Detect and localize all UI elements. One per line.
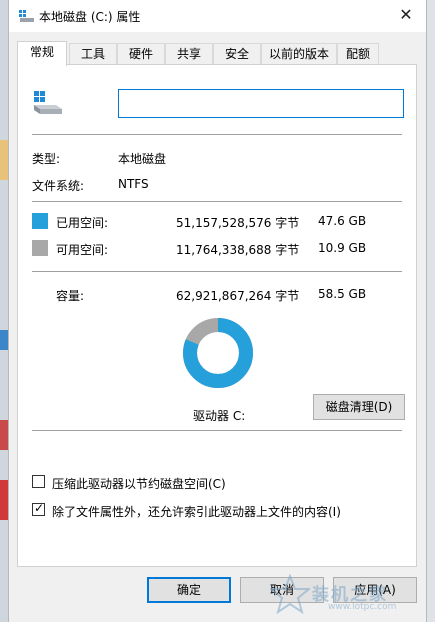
tab-quota[interactable]: 配额 <box>337 43 379 65</box>
ok-button[interactable]: 确定 <box>147 577 231 603</box>
used-space-size: 47.6 GB <box>318 214 367 228</box>
used-space-label: 已用空间: <box>56 216 109 230</box>
separator <box>32 430 402 431</box>
watermark-star-icon <box>270 574 310 614</box>
index-checkbox-label[interactable]: 除了文件属性外，还允许索引此驱动器上文件的内容(I) <box>52 503 341 520</box>
properties-dialog: 本地磁盘 (C:) 属性 ✕ 常规 工具 硬件 共享 安全 以前的版本 配额 类… <box>8 0 427 622</box>
free-space-swatch <box>32 240 48 256</box>
capacity-label: 容量: <box>56 289 85 303</box>
hard-drive-icon <box>32 90 64 119</box>
background-window-strip-right <box>427 0 435 622</box>
tab-sharing[interactable]: 共享 <box>165 43 213 65</box>
general-tab-panel: 类型: 本地磁盘 文件系统: NTFS 已用空间: 51,157,528,576… <box>17 64 417 567</box>
watermark-url: www.lotpc.com <box>328 602 397 612</box>
type-value: 本地磁盘 <box>118 152 167 166</box>
watermark-logo: 装机之家 www.lotpc.com <box>268 568 428 618</box>
free-space-label: 可用空间: <box>56 243 109 257</box>
drive-title-icon <box>19 9 35 26</box>
capacity-size: 58.5 GB <box>318 287 367 301</box>
tab-tools[interactable]: 工具 <box>69 43 117 65</box>
used-space-swatch <box>32 213 48 229</box>
free-space-size: 10.9 GB <box>318 241 367 255</box>
free-space-bytes: 11,764,338,688 字节 <box>176 243 300 257</box>
drive-letter-label: 驱动器 C: <box>193 409 246 423</box>
capacity-bytes: 62,921,867,264 字节 <box>176 289 300 303</box>
index-checkbox[interactable]: ✓ <box>32 501 45 516</box>
compress-checkbox[interactable] <box>32 475 45 488</box>
file-system-label: 文件系统: <box>32 179 85 193</box>
type-label: 类型: <box>32 152 61 166</box>
tab-security[interactable]: 安全 <box>213 43 261 65</box>
title-bar: 本地磁盘 (C:) 属性 ✕ <box>9 0 426 32</box>
compress-checkbox-label[interactable]: 压缩此驱动器以节约磁盘空间(C) <box>52 475 226 492</box>
tab-hardware[interactable]: 硬件 <box>117 43 165 65</box>
tab-previous-versions[interactable]: 以前的版本 <box>261 43 337 65</box>
disk-usage-donut <box>183 318 253 388</box>
separator <box>32 134 402 135</box>
drive-name-input[interactable] <box>118 89 404 118</box>
used-space-bytes: 51,157,528,576 字节 <box>176 216 300 230</box>
close-button[interactable]: ✕ <box>386 0 426 32</box>
separator <box>32 201 402 202</box>
file-system-value: NTFS <box>118 177 149 191</box>
disk-cleanup-button[interactable]: 磁盘清理(D) <box>313 394 405 420</box>
tab-general[interactable]: 常规 <box>17 41 67 66</box>
window-title: 本地磁盘 (C:) 属性 <box>39 10 141 24</box>
check-icon: ✓ <box>34 501 45 515</box>
separator <box>32 271 402 272</box>
